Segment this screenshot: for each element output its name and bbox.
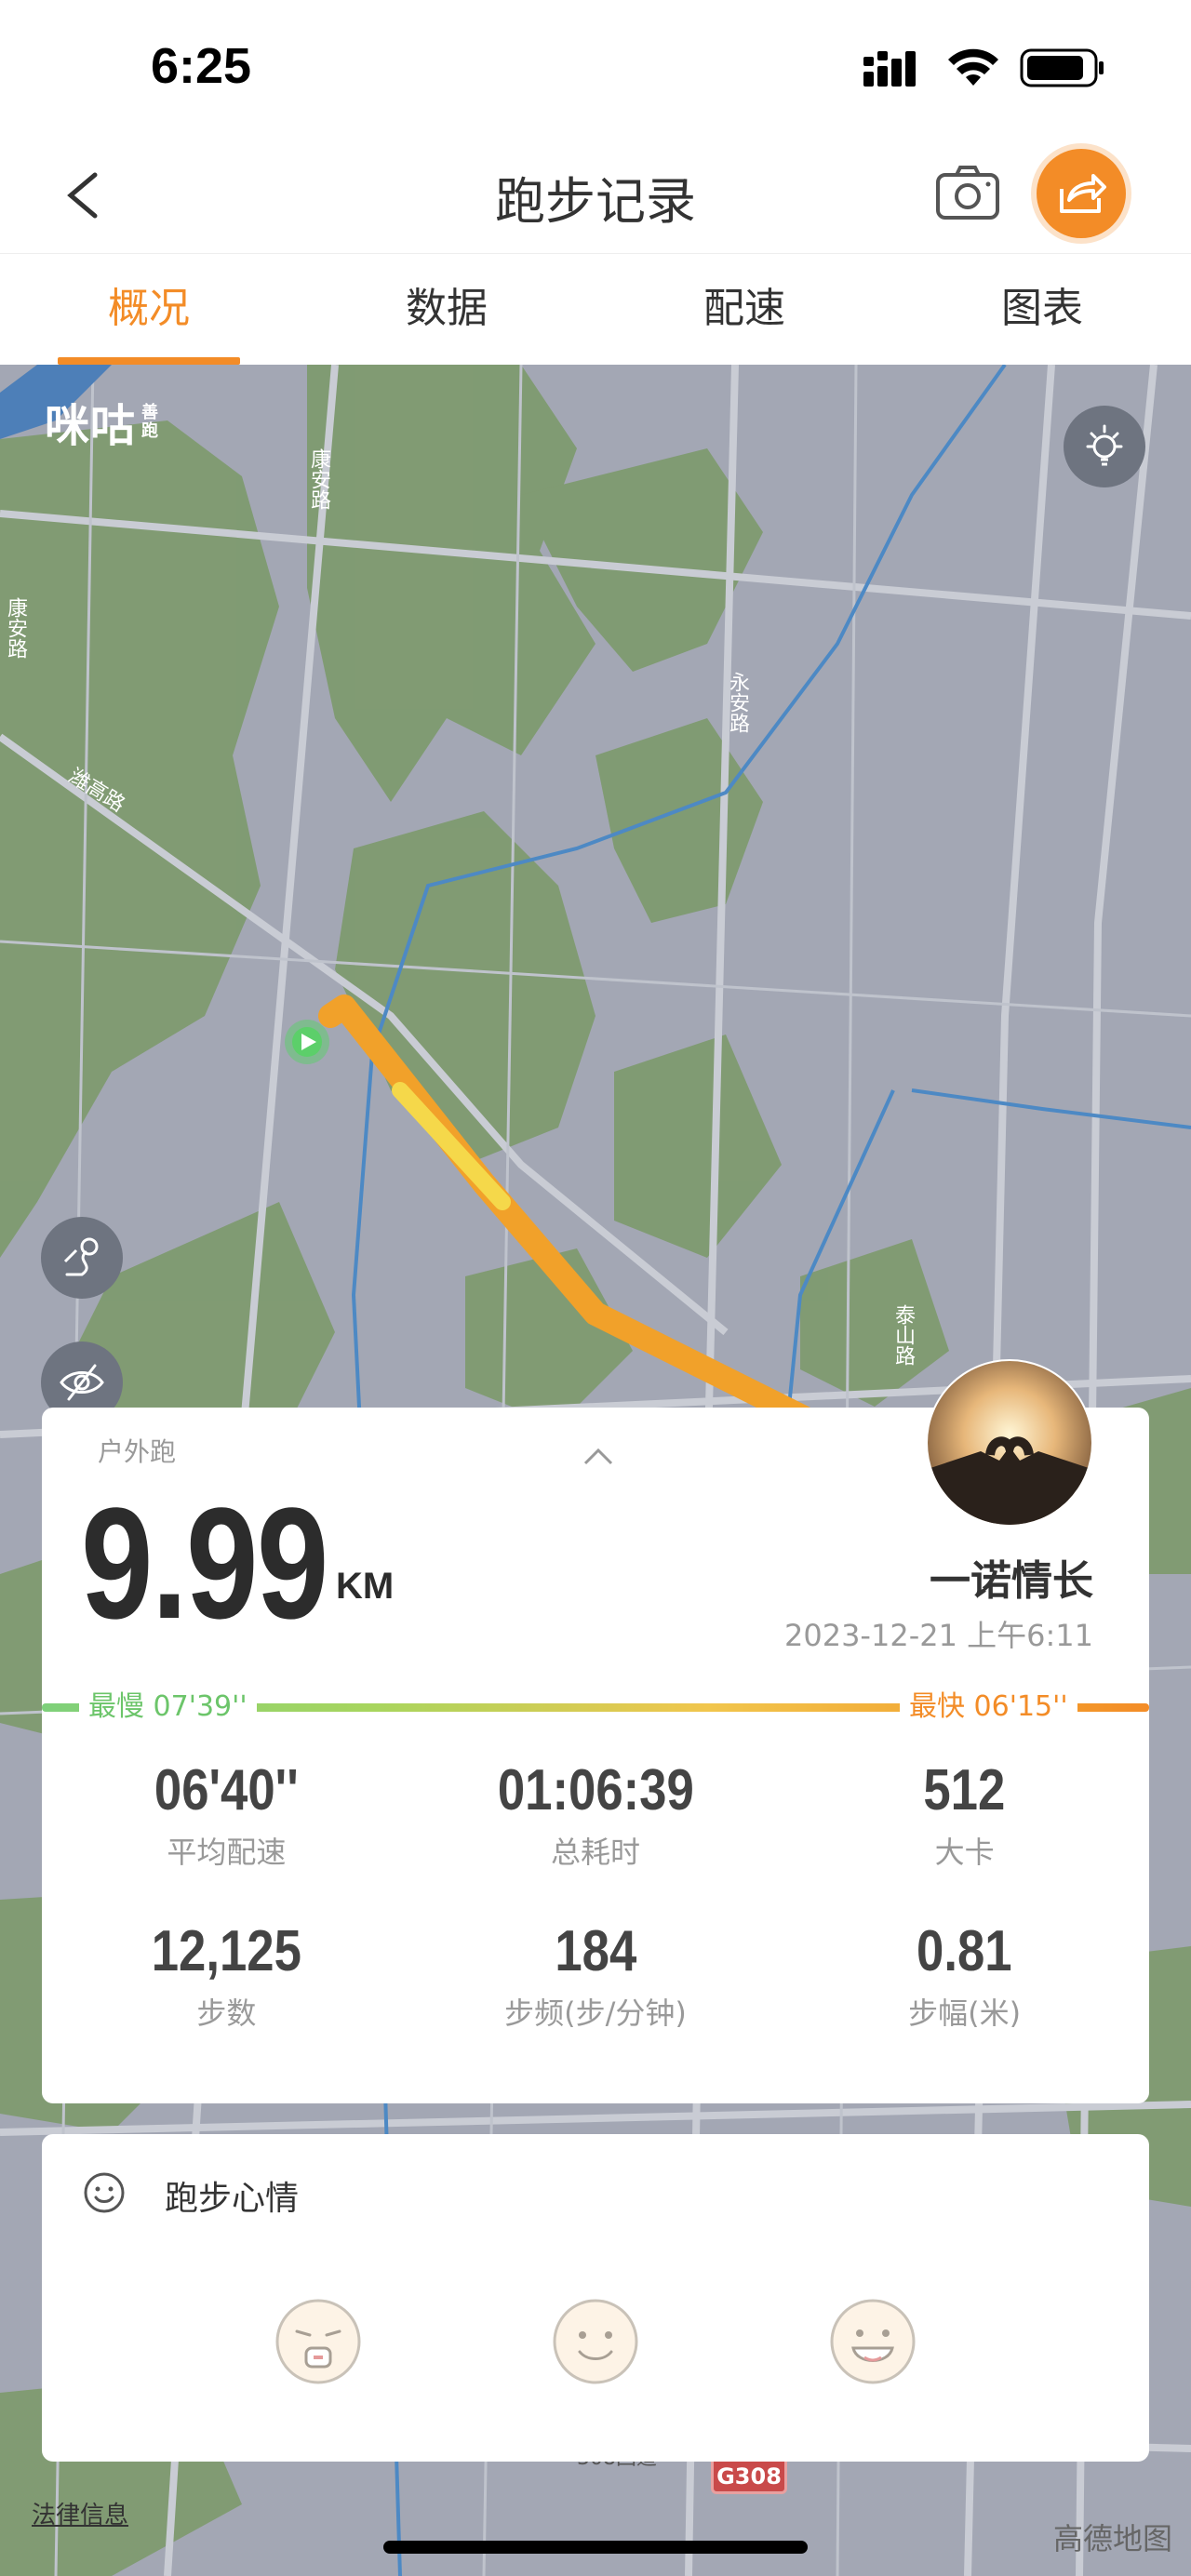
tab-pace[interactable]: 配速: [596, 254, 893, 365]
run-date: 2023-12-21 上午6:11: [783, 1618, 1093, 1653]
stat-calories: 512 大卡: [780, 1757, 1149, 1872]
route-replay-button[interactable]: [41, 1217, 123, 1299]
battery-icon: [1020, 48, 1104, 87]
status-bar: 6:25: [0, 0, 1191, 140]
legal-info-link[interactable]: 法律信息: [32, 2496, 128, 2530]
cellular-signal-icon: [863, 51, 916, 87]
pace-range-bar: 最慢 07'39'' 最快 06'15'': [42, 1688, 1149, 1726]
status-icons: [863, 48, 1105, 87]
road-label: 康安路: [307, 448, 330, 510]
distance-value: 9.99: [81, 1475, 328, 1652]
logo-text: 咪咕: [45, 402, 137, 451]
stat-avg-pace: 06'40'' 平均配速: [42, 1757, 411, 1872]
slowest-pace: 最慢 07'39'': [79, 1688, 257, 1726]
stat-value: 512: [923, 1758, 1006, 1822]
stat-value: 184: [555, 1919, 636, 1983]
stats-grid: 06'40'' 平均配速 01:06:39 总耗时 512 大卡 12,125 …: [42, 1757, 1149, 2033]
stat-value: 01:06:39: [497, 1758, 694, 1822]
mood-title: 跑步心情: [165, 2180, 300, 2218]
lightbulb-icon: [1086, 424, 1123, 466]
camera-button[interactable]: [934, 162, 1001, 223]
stat-label: 步数: [196, 1995, 257, 2031]
tab-overview[interactable]: 概况: [0, 254, 298, 365]
road-label: 永安路: [726, 672, 749, 733]
tab-bar: 概况 数据 配速 图表: [0, 253, 1191, 365]
distance-unit: KM: [336, 1566, 395, 1607]
page-title: 跑步记录: [495, 172, 696, 231]
logo-subtext: 善跑: [141, 403, 160, 440]
nav-bar: 跑步记录: [0, 140, 1191, 253]
happy-face-icon[interactable]: [829, 2298, 917, 2385]
route-icon: [63, 1237, 99, 1276]
stat-stride: 0.81 步幅(米): [780, 1918, 1149, 2033]
road-label: 康安路: [4, 597, 27, 659]
tab-charts[interactable]: 图表: [893, 254, 1191, 365]
map-logo: 咪咕 善跑: [45, 389, 164, 454]
stat-steps: 12,125 步数: [42, 1918, 411, 2033]
stat-label: 大卡: [934, 1835, 995, 1870]
share-icon: [1060, 174, 1106, 213]
home-indicator: [383, 2541, 808, 2554]
brightness-button[interactable]: [1064, 406, 1145, 487]
share-button[interactable]: [1037, 149, 1126, 238]
avatar[interactable]: [925, 1358, 1094, 1528]
smiley-icon: [84, 2172, 125, 2213]
tab-data[interactable]: 数据: [298, 254, 596, 365]
stat-total-time: 01:06:39 总耗时: [411, 1757, 781, 1872]
stat-label: 步频(步/分钟): [504, 1995, 687, 2031]
stat-label: 平均配速: [167, 1835, 287, 1870]
status-time: 6:25: [151, 38, 252, 94]
username: 一诺情长: [930, 1557, 1093, 1605]
mood-card: 跑步心情: [42, 2134, 1149, 2462]
map-provider-mark: 高德地图: [1053, 2521, 1173, 2556]
stat-label: 步幅(米): [908, 1995, 1022, 2031]
chevron-up-icon[interactable]: [580, 1445, 617, 1467]
stat-value: 12,125: [151, 1919, 301, 1983]
stat-cadence: 184 步频(步/分钟): [411, 1918, 781, 2033]
eye-off-icon: [60, 1364, 104, 1401]
stat-label: 总耗时: [550, 1835, 640, 1870]
calm-face-icon[interactable]: [552, 2298, 639, 2385]
tired-face-icon[interactable]: [274, 2298, 362, 2385]
stat-value: 06'40'': [154, 1758, 299, 1822]
run-type-label: 户外跑: [98, 1436, 177, 1467]
stat-value: 0.81: [917, 1919, 1012, 1983]
road-label: 泰山路: [891, 1304, 915, 1366]
fastest-pace: 最快 06'15'': [900, 1688, 1077, 1726]
camera-icon: [936, 166, 999, 220]
wifi-icon: [948, 48, 998, 86]
